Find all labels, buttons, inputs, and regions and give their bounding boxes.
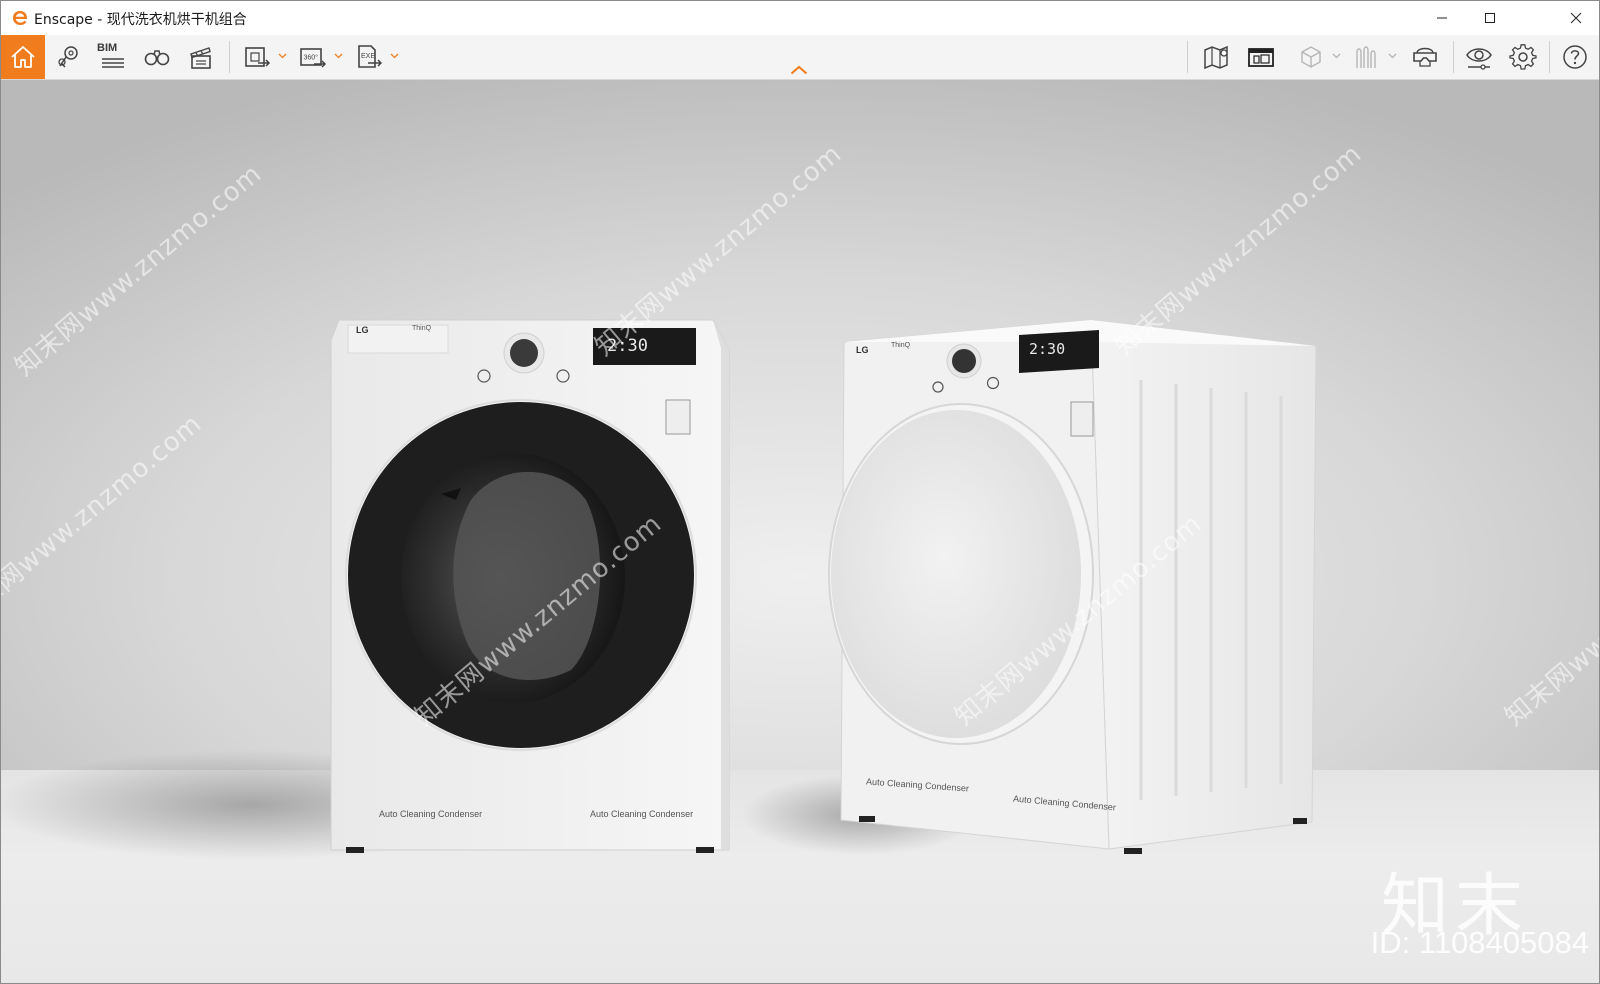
window-title: Enscape - 现代洗衣机烘干机组合 <box>34 9 247 29</box>
washer-footer-right: Auto Cleaning Condenser <box>590 809 694 819</box>
chevron-up-icon <box>790 65 808 75</box>
toolbar-separator <box>229 41 230 73</box>
screenshot-export-icon <box>245 47 271 67</box>
home-button[interactable] <box>1 35 45 79</box>
enscape-window: Enscape - 现代洗衣机烘干机组合 BIM 360° EXE LG Thi… <box>0 0 1600 984</box>
washer-footer-left: Auto Cleaning Condenser <box>379 809 483 819</box>
app-name: Enscape <box>34 12 93 28</box>
bim-button[interactable]: BIM <box>93 37 133 77</box>
visual-settings-icon <box>1466 48 1492 70</box>
sketch-mode-button[interactable] <box>1241 37 1281 77</box>
minimize-icon <box>1437 17 1447 19</box>
walk-button[interactable] <box>1347 37 1387 77</box>
views-icon <box>58 46 78 68</box>
settings-gear-icon <box>1509 44 1537 70</box>
dryer-model: ThinQ <box>891 342 911 349</box>
map-icon <box>1204 45 1228 70</box>
home-icon <box>11 46 35 68</box>
washer-brand: LG <box>356 325 369 335</box>
image-id-label: ID: 1108405084 <box>1370 925 1589 960</box>
chevron-down-icon <box>278 53 286 59</box>
cube-dropdown[interactable] <box>1331 51 1341 61</box>
title-bar: Enscape - 现代洗衣机烘干机组合 <box>1 1 1599 35</box>
washer <box>330 319 730 853</box>
panorama-360-export-icon: 360° <box>300 48 327 68</box>
bim-label: BIM <box>97 42 118 54</box>
video-editor-button[interactable] <box>181 37 221 77</box>
close-button[interactable] <box>1553 1 1599 35</box>
exe-export-dropdown[interactable] <box>389 51 399 61</box>
panorama-360-label: 360° <box>304 54 319 62</box>
toolbar-separator <box>1187 41 1188 73</box>
clapperboard-icon <box>190 47 211 69</box>
minimize-button[interactable] <box>1419 1 1465 35</box>
walk-dropdown[interactable] <box>1387 51 1397 61</box>
chevron-down-icon <box>1388 53 1396 59</box>
chevron-down-icon <box>1332 53 1340 59</box>
vr-headset-button[interactable] <box>1405 37 1445 77</box>
settings-button[interactable] <box>1503 37 1543 77</box>
enscape-logo-icon <box>13 11 27 25</box>
toolbar-separator <box>1549 41 1550 73</box>
binoculars-icon <box>144 50 170 66</box>
cube-icon <box>1301 46 1321 68</box>
maximize-icon <box>1485 13 1495 23</box>
cube-button[interactable] <box>1291 37 1331 77</box>
document-title: 现代洗衣机烘干机组合 <box>106 12 247 28</box>
toolbar-separator <box>1453 41 1454 73</box>
exe-label: EXE <box>361 53 375 60</box>
dryer-display: 2:30 <box>1029 340 1066 358</box>
help-button[interactable] <box>1555 37 1595 77</box>
panorama-export-dropdown[interactable] <box>333 51 343 61</box>
exe-export-button[interactable]: EXE <box>349 37 389 77</box>
views-button[interactable] <box>49 37 89 77</box>
close-icon <box>1570 12 1582 24</box>
scene-render <box>1 319 1317 860</box>
binoculars-button[interactable] <box>137 37 177 77</box>
chevron-down-icon <box>334 53 342 59</box>
map-button[interactable] <box>1197 37 1237 77</box>
sketch-mode-icon <box>1248 48 1274 67</box>
render-viewport[interactable]: LG ThinQ 2:30 Auto Cleaning Condenser Au… <box>1 80 1599 983</box>
maximize-button[interactable] <box>1467 1 1513 35</box>
collapse-toolbar-button[interactable] <box>787 63 811 77</box>
panorama-export-button[interactable]: 360° <box>293 37 333 77</box>
dryer-brand: LG <box>856 345 869 355</box>
dryer <box>828 319 1317 854</box>
main-toolbar: BIM 360° EXE <box>1 35 1599 80</box>
walk-icon <box>1356 46 1376 68</box>
chevron-down-icon <box>390 53 398 59</box>
visual-settings-button[interactable] <box>1459 37 1499 77</box>
screenshot-export-button[interactable] <box>237 37 277 77</box>
washer-model: ThinQ <box>412 325 432 332</box>
help-icon <box>1563 45 1587 69</box>
exe-export-icon: EXE <box>358 45 383 68</box>
vr-headset-icon <box>1413 47 1437 67</box>
screenshot-export-dropdown[interactable] <box>277 51 287 61</box>
title-separator: - <box>92 12 107 28</box>
